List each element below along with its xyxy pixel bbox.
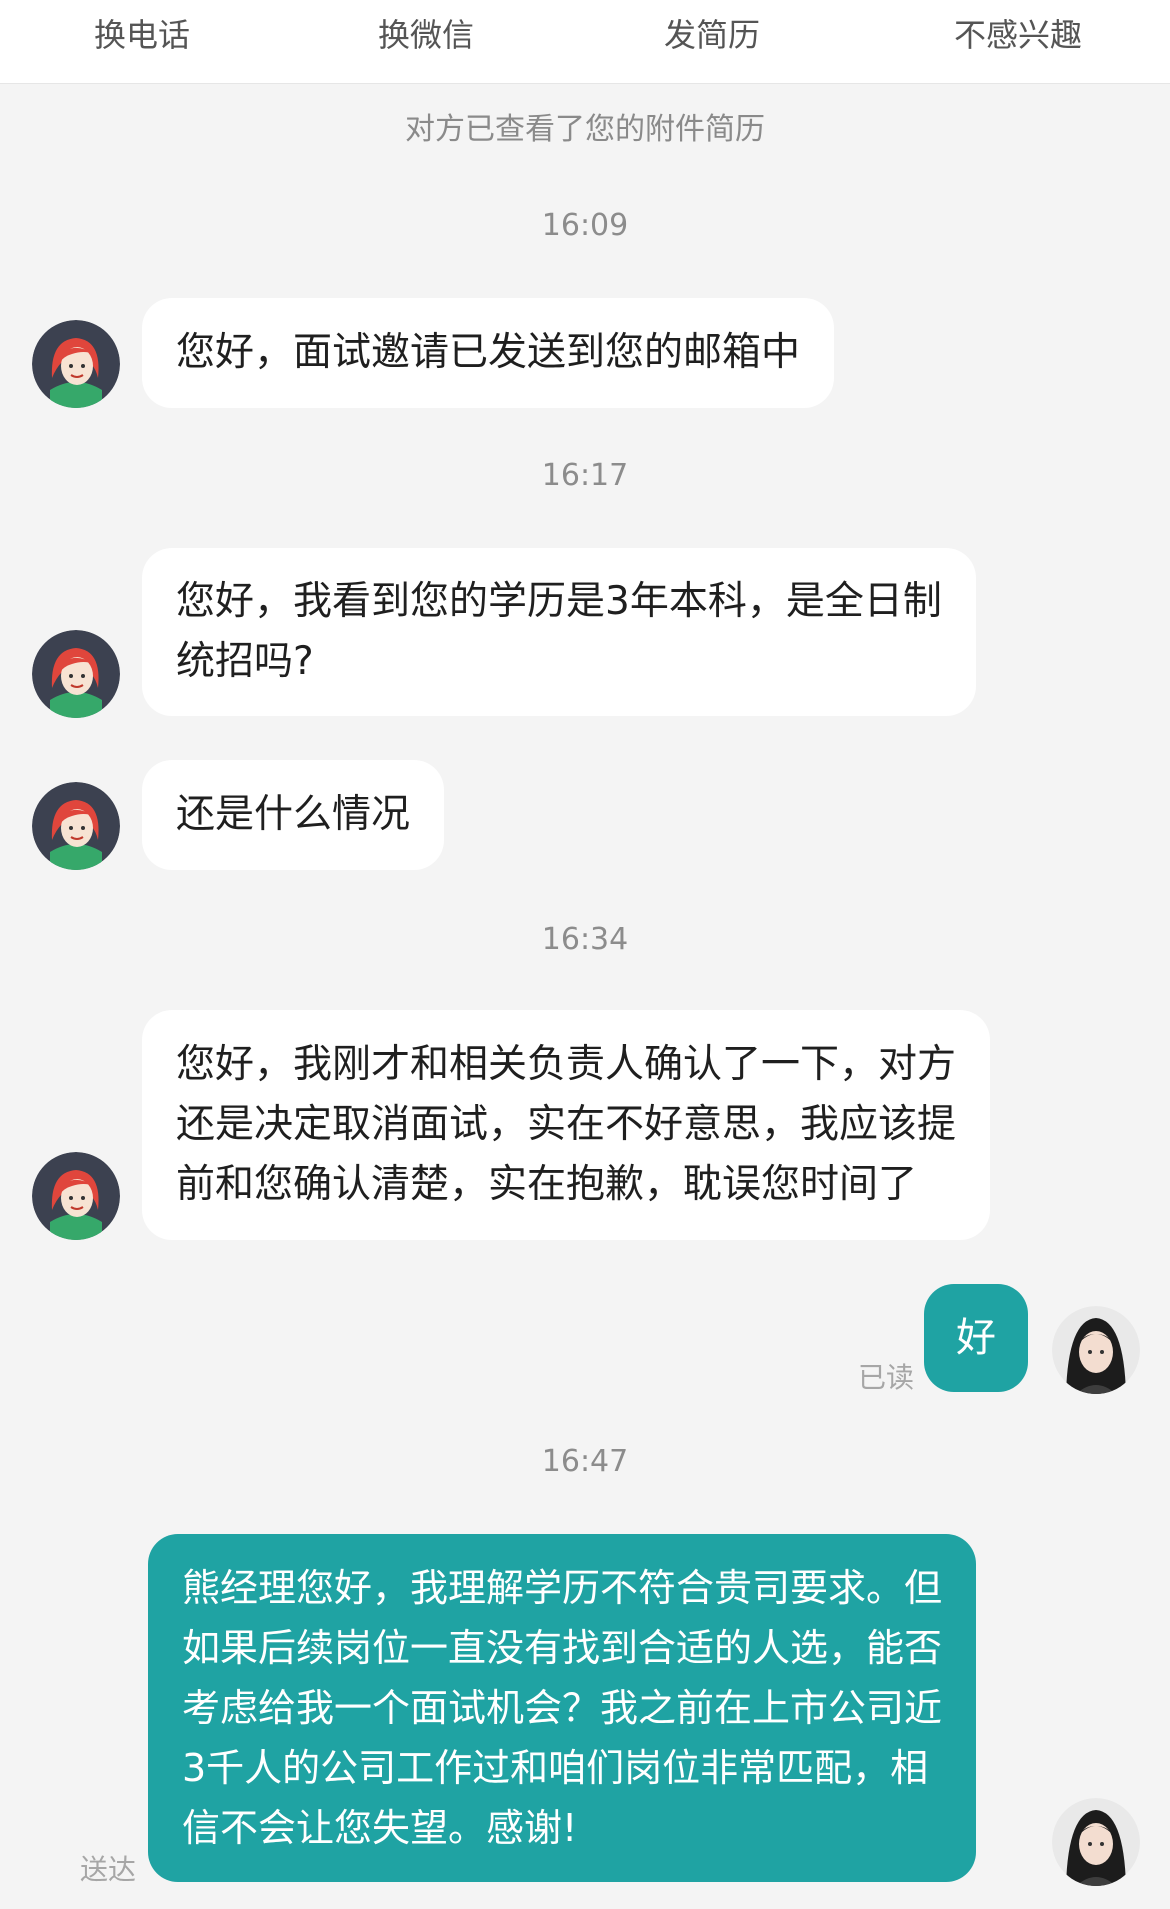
message-text: 好 [956, 1315, 996, 1361]
message-text: 考虑给我一个面试机会？我之前在上市公司近 [182, 1686, 943, 1730]
message-bubble-incoming[interactable]: 您好，我刚才和相关负责人确认了一下，对方 还是决定取消面试，实在不好意思，我应该… [142, 1010, 991, 1240]
message-text: 您好，我刚才和相关负责人确认了一下，对方 [176, 1042, 957, 1087]
message-text: 还是什么情况 [176, 792, 411, 837]
user-avatar[interactable] [1052, 1306, 1140, 1394]
recruiter-avatar-icon [32, 1152, 120, 1240]
message-text: 熊经理您好，我理解学历不符合贵司要求。但 [182, 1566, 943, 1610]
timestamp: 16:34 [541, 922, 629, 957]
message-bubble-outgoing[interactable]: 好 [924, 1284, 1028, 1392]
message-text: 还是决定取消面试，实在不好意思，我应该提 [176, 1102, 957, 1147]
user-avatar[interactable] [1052, 1798, 1140, 1886]
recruiter-avatar[interactable] [32, 1152, 120, 1240]
message-text: 3千人的公司工作过和咱们岗位非常匹配，相 [182, 1746, 929, 1790]
chat-action-bar: 换电话 换微信 发简历 不感兴趣 [0, 0, 1170, 84]
send-resume-button[interactable]: 发简历 [612, 10, 812, 60]
recruiter-avatar-icon [32, 782, 120, 870]
user-avatar-icon [1052, 1798, 1140, 1886]
message-text: 您好，面试邀请已发送到您的邮箱中 [176, 330, 801, 375]
timestamp: 16:47 [541, 1444, 629, 1479]
message-text: 信不会让您失望。感谢! [182, 1806, 578, 1850]
message-text: 前和您确认清楚，实在抱歉，耽误您时间了 [176, 1162, 918, 1207]
resume-viewed-notice: 对方已查看了您的附件简历 [405, 112, 765, 147]
message-text: 统招吗? [176, 639, 314, 684]
recruiter-avatar[interactable] [32, 630, 120, 718]
message-bubble-incoming[interactable]: 还是什么情况 [142, 760, 445, 870]
recruiter-avatar-icon [32, 630, 120, 718]
message-bubble-incoming[interactable]: 您好，面试邀请已发送到您的邮箱中 [142, 298, 835, 408]
user-avatar-icon [1052, 1306, 1140, 1394]
read-status: 已读 [858, 1361, 915, 1394]
not-interested-button[interactable]: 不感兴趣 [918, 10, 1118, 60]
recruiter-avatar[interactable] [32, 782, 120, 870]
recruiter-avatar[interactable] [32, 320, 120, 408]
timestamp: 16:17 [541, 458, 629, 493]
exchange-wechat-button[interactable]: 换微信 [326, 10, 526, 60]
delivered-status: 送达 [80, 1853, 137, 1886]
recruiter-avatar-icon [32, 320, 120, 408]
message-bubble-outgoing[interactable]: 熊经理您好，我理解学历不符合贵司要求。但 如果后续岗位一直没有找到合适的人选，能… [148, 1534, 977, 1882]
exchange-phone-button[interactable]: 换电话 [42, 10, 242, 60]
timestamp: 16:09 [541, 208, 629, 243]
message-text: 您好，我看到您的学历是3年本科，是全日制 [176, 579, 942, 624]
message-bubble-incoming[interactable]: 您好，我看到您的学历是3年本科，是全日制 统招吗? [142, 548, 976, 716]
message-text: 如果后续岗位一直没有找到合适的人选，能否 [182, 1626, 943, 1670]
